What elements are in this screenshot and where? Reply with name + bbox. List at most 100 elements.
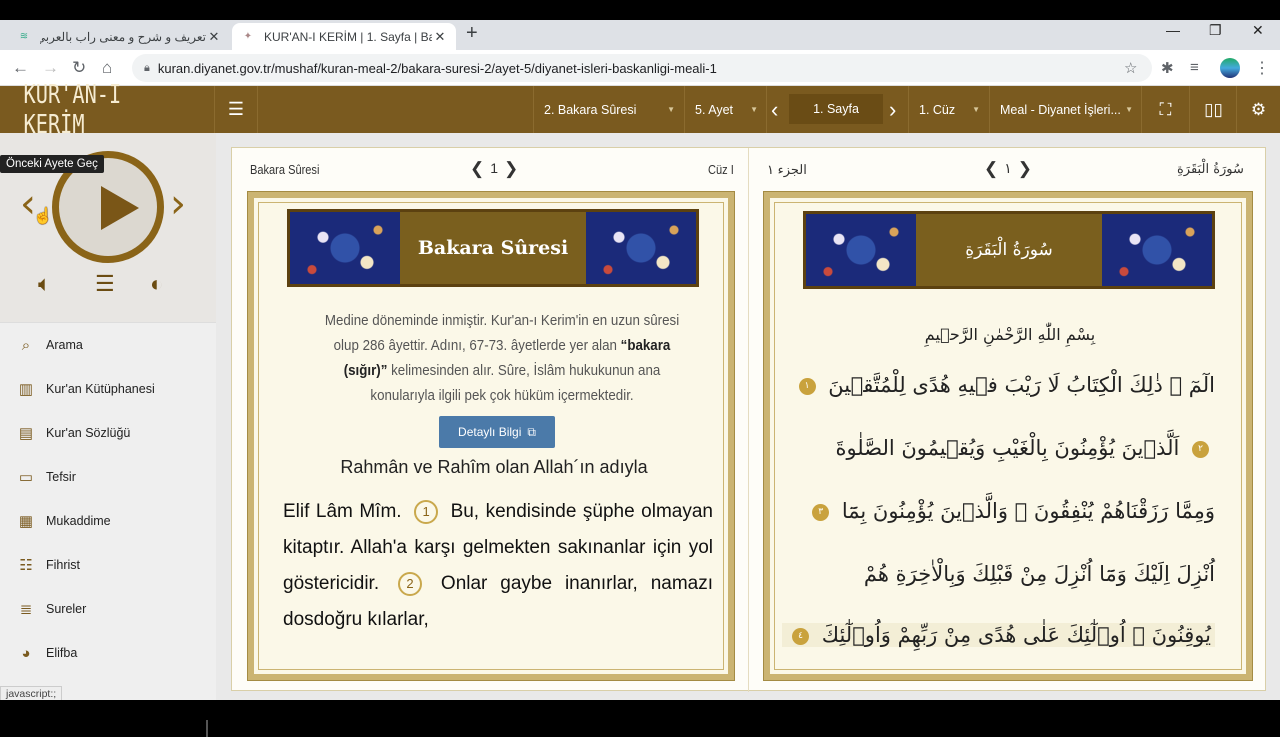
address-bar: ← → ↻ ⌂ 🔒︎ kuran.diyanet.gov.tr/mushaf/k… <box>0 50 1280 86</box>
site-logo[interactable]: KUR'AN-I KERİM <box>24 80 191 140</box>
sidebar-item-fihrist[interactable]: ☷ Fihrist <box>0 543 216 587</box>
profile-avatar[interactable] <box>1220 58 1240 78</box>
next-page-icon[interactable]: ❯ <box>504 159 518 178</box>
sidebar-item-elifba[interactable]: ◕ Elifba <box>0 631 216 675</box>
cuz-select[interactable]: 1. Cüz ▼ <box>908 86 988 133</box>
ayah-line[interactable]: وَمِمَّا رَزَقْنَاهُمْ يُنْفِقُونَ ۙ وَا… <box>806 499 1215 523</box>
back-icon[interactable]: ← <box>12 58 29 78</box>
besmele-meal: Rahmân ve Rahîm olan Allah´ın adıyla <box>340 457 648 477</box>
extensions-icon[interactable]: ✱ <box>1161 59 1174 77</box>
meal-page-inner: Bakara Sûresi Medine döneminde inmiştir.… <box>258 202 724 670</box>
next-verse-icon[interactable]: › <box>170 181 186 227</box>
sidebar-item-label: Tefsir <box>46 470 76 484</box>
besmele-arabic: بِسْمِ اللّٰهِ الرَّحْمٰنِ الرَّح۪يمِ <box>924 325 1096 344</box>
meal-page: Bakara Sûresi Medine döneminde inmiştir.… <box>247 191 735 681</box>
sure-select[interactable]: 2. Bakara Sûresi ▼ <box>533 86 683 133</box>
ayah-text: يُوقِنُونَ ۜ اُو۬لٰٓئِكَ عَلٰى هُدًى مِن… <box>821 623 1211 647</box>
play-icon <box>101 186 139 230</box>
sure-select-value: 2. Bakara Sûresi <box>544 102 637 117</box>
browser-tab-active[interactable]: ✦ KUR'AN-I KERİM | 1. Sayfa | Baka ✕ <box>232 23 456 50</box>
verse-number-badge[interactable]: 1 <box>414 499 439 524</box>
next-page-button[interactable]: › <box>883 86 907 133</box>
next-page-icon[interactable]: ❯ <box>1018 159 1032 178</box>
mushaf-spread: Bakara Sûresi ❮ 1 ❯ Cüz I Bakara Sûresi Me… <box>231 147 1266 692</box>
playlist-icon[interactable]: ☰ <box>95 271 115 297</box>
intro-text-end: kelimesinden alır. Sûre, İslâm hukukunun… <box>370 363 661 404</box>
right-page-number: ١ <box>1004 160 1012 176</box>
tab-close-icon[interactable]: ✕ <box>432 29 448 45</box>
mushaf-page-inner: سُورَةُ الْبَقَرَةِ بِسْمِ اللّٰهِ الرَّ… <box>774 202 1242 670</box>
left-page-cuz: Cüz I <box>708 162 734 177</box>
bookmark-star-icon[interactable]: ☆ <box>1124 59 1137 77</box>
close-window-icon[interactable]: ✕ <box>1252 22 1264 39</box>
left-page-sure-name: Bakara Sûresi <box>250 162 320 177</box>
right-page-nav: ❮ ١ ❯ <box>984 159 1032 179</box>
app-root: KUR'AN-I KERİM ☰ 2. Bakara Sûresi ▼ 5. A… <box>0 80 1280 737</box>
verse-text[interactable]: Elif Lâm Mîm. <box>283 501 402 522</box>
meal-select-value: Meal - Diyanet İşleri... <box>1000 102 1121 117</box>
banner-title: Bakara Sûresi <box>417 237 569 259</box>
sidebar: ‹ › Önceki Ayete Geç ☝ 🔈︎ ☰ ◐ ⌕ Arama ▥ … <box>0 133 216 737</box>
book-view-icon[interactable]: ▯▯ <box>1189 86 1237 133</box>
list-icon: ≣ <box>19 601 33 618</box>
reading-list-icon[interactable]: ≡ <box>1190 59 1199 76</box>
sidebar-item-sozluk[interactable]: ▤ Kur'an Sözlüğü <box>0 411 216 455</box>
sidebar-item-label: Mukaddime <box>46 514 111 528</box>
sidebar-item-sureler[interactable]: ≣ Sureler <box>0 587 216 631</box>
forward-icon[interactable]: → <box>42 58 59 78</box>
sidebar-item-mukaddime[interactable]: ▦ Mukaddime <box>0 499 216 543</box>
prev-page-button[interactable]: ‹ <box>766 86 790 133</box>
volume-icon[interactable]: 🔈︎ <box>38 271 51 297</box>
hamburger-menu-icon[interactable]: ☰ <box>214 86 258 133</box>
dictionary-icon: ▤ <box>18 425 34 442</box>
document-icon: ▦ <box>18 513 34 530</box>
reciter-icon[interactable]: ◐ <box>150 271 163 297</box>
tefsir-icon: ▭ <box>18 469 34 486</box>
browser-menu-icon[interactable]: ⋮ <box>1254 58 1270 78</box>
meal-text: Elif Lâm Mîm. 1 Bu, kendisinde şüphe olm… <box>283 494 713 638</box>
mushaf-scrollbar[interactable] <box>1241 239 1242 559</box>
home-icon[interactable]: ⌂ <box>102 58 112 78</box>
sidebar-item-label: Elifba <box>46 646 78 660</box>
verse-number-badge[interactable]: 2 <box>398 571 423 596</box>
screen-top-bar <box>0 0 1280 20</box>
caret-down-icon: ▼ <box>750 105 758 114</box>
sidebar-item-kutuphane[interactable]: ▥ Kur'an Kütüphanesi <box>0 367 216 411</box>
ayet-select-value: 5. Ayet <box>695 102 733 117</box>
ayah-text: اُنْزِلَ اِلَيْكَ وَمَٓا اُنْزِلَ مِنْ ق… <box>863 562 1215 586</box>
mouse-cursor-icon: ☝ <box>33 208 53 225</box>
tab-close-icon[interactable]: ✕ <box>206 29 222 45</box>
ayah-line-highlighted[interactable]: يُوقِنُونَ ۜ اُو۬لٰٓئِكَ عَلٰى هُدًى مِن… <box>782 623 1215 647</box>
browser-tab[interactable]: ≋ تعريف و شرح و معنى راب بالعربي ✕ <box>8 23 230 50</box>
sure-intro: Medine döneminde inmiştir. Kur'an-ı Keri… <box>323 309 682 409</box>
screen-bottom-bar <box>0 700 1280 720</box>
meal-select[interactable]: Meal - Diyanet İşleri... ▼ <box>989 86 1141 133</box>
fullscreen-icon[interactable]: ⛶ <box>1141 86 1189 133</box>
settings-icon[interactable]: ⚙ <box>1236 86 1280 133</box>
ayet-select[interactable]: 5. Ayet ▼ <box>684 86 766 133</box>
sure-banner: Bakara Sûresi <box>287 209 699 287</box>
minimize-icon[interactable]: — <box>1166 22 1180 38</box>
tab-title: تعريف و شرح و معنى راب بالعربي <box>40 29 206 44</box>
index-icon: ☷ <box>19 557 33 574</box>
browser-tab-bar: ≋ تعريف و شرح و معنى راب بالعربي ✕ ✦ KUR… <box>0 20 1280 50</box>
prev-page-icon[interactable]: ❮ <box>984 159 998 178</box>
reload-icon[interactable]: ↻ <box>72 58 86 78</box>
sidebar-item-tefsir[interactable]: ▭ Tefsir <box>0 455 216 499</box>
sidebar-item-label: Kur'an Kütüphanesi <box>46 382 155 396</box>
detail-button[interactable]: Detaylı Bilgi ⧉ <box>439 416 555 448</box>
ayah-line[interactable]: الٓمٓ ۚ ذٰلِكَ الْكِتَابُ لَا رَيْبَ ف۪ي… <box>793 373 1215 397</box>
new-tab-icon[interactable]: + <box>466 22 478 45</box>
tab-favicon-icon: ✦ <box>243 31 253 42</box>
caret-down-icon: ▼ <box>1125 105 1133 114</box>
ayah-text: وَمِمَّا رَزَقْنَاهُمْ يُنْفِقُونَ ۙ وَا… <box>841 499 1215 523</box>
tab-title: KUR'AN-I KERİM | 1. Sayfa | Baka <box>264 29 432 44</box>
url-field[interactable]: 🔒︎ kuran.diyanet.gov.tr/mushaf/kuran-mea… <box>132 54 1152 82</box>
ayah-line[interactable]: ٢ اَلَّذ۪ينَ يُؤْمِنُونَ بِالْغَيْبِ وَي… <box>835 436 1215 460</box>
mushaf-page: سُورَةُ الْبَقَرَةِ بِسْمِ اللّٰهِ الرَّ… <box>763 191 1253 681</box>
sure-banner-arabic: سُورَةُ الْبَقَرَةِ <box>803 211 1215 289</box>
restore-icon[interactable]: ❐ <box>1209 22 1222 39</box>
sidebar-item-arama[interactable]: ⌕ Arama <box>0 323 216 367</box>
ayah-line[interactable]: اُنْزِلَ اِلَيْكَ وَمَٓا اُنْزِلَ مِنْ ق… <box>864 562 1215 586</box>
prev-page-icon[interactable]: ❮ <box>470 159 484 178</box>
